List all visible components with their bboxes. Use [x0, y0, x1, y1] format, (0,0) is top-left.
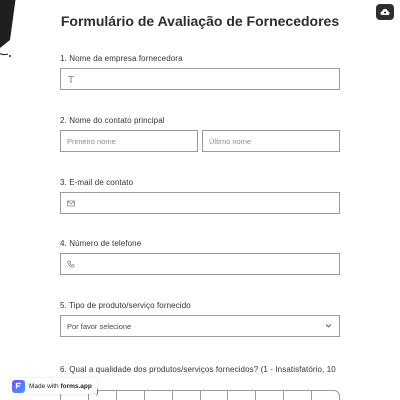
email-input[interactable]: [60, 192, 340, 214]
rating-option[interactable]: [312, 391, 339, 400]
form-title: Formulário de Avaliação de Fornecedores: [60, 13, 340, 29]
question-2-label: 2. Nome do contato principal: [60, 116, 165, 125]
phone-icon: [67, 260, 75, 268]
first-name-placeholder: Primeiro nome: [67, 136, 116, 146]
badge-prefix: Made with: [29, 382, 59, 390]
last-name-placeholder: Último nome: [209, 136, 252, 146]
rating-option[interactable]: [201, 391, 229, 400]
text-icon: [68, 76, 74, 83]
rating-option[interactable]: [228, 391, 257, 400]
question-4-label: 4. Número de telefone: [60, 239, 142, 248]
chevron-down-icon: [325, 324, 332, 328]
question-6-label-line1: 6. Qual a qualidade dos produtos/serviço…: [60, 365, 336, 385]
first-name-input[interactable]: Primeiro nome: [60, 130, 198, 152]
badge-brand: forms.app: [60, 382, 92, 390]
phone-input[interactable]: [60, 253, 340, 275]
question-5-label: 5. Tipo de produto/serviço fornecido: [60, 301, 191, 310]
badge-text: Made with forms.app: [29, 383, 92, 390]
quality-rating-scale: [60, 390, 340, 400]
rating-option[interactable]: [145, 391, 173, 400]
company-name-input[interactable]: [60, 68, 340, 90]
mail-icon: [67, 200, 75, 206]
select-value: Por favor selecione: [67, 321, 132, 331]
rating-option[interactable]: [117, 391, 145, 400]
question-1-label: 1. Nome da empresa fornecedora: [60, 54, 183, 63]
form-page: Formulário de Avaliação de Fornecedores …: [0, 0, 400, 400]
forms-app-logo-icon: [12, 379, 25, 393]
last-name-input[interactable]: Último nome: [202, 130, 340, 152]
product-type-select[interactable]: Por favor selecione: [60, 315, 340, 337]
decorative-corner-art: [0, 0, 16, 57]
rating-option[interactable]: [173, 391, 201, 400]
rating-option[interactable]: [256, 391, 285, 400]
rating-option[interactable]: [284, 391, 313, 400]
made-with-badge[interactable]: Made with forms.app: [10, 378, 97, 394]
question-3-label: 3. E-mail de contato: [60, 178, 134, 187]
